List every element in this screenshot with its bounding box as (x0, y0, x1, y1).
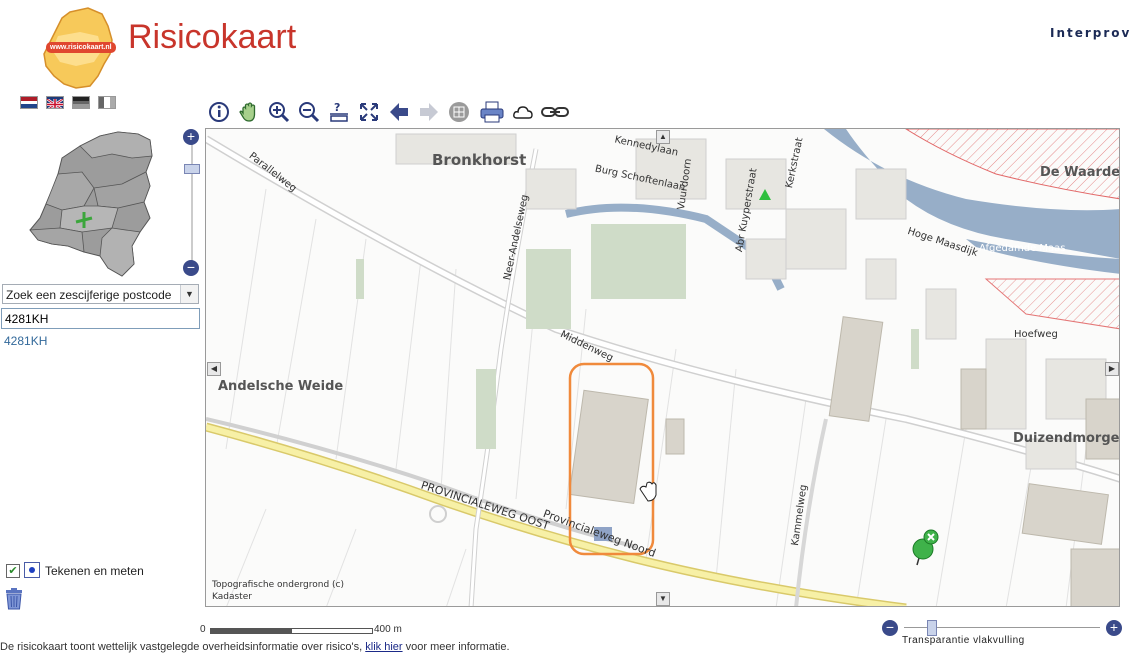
zoom-in-icon[interactable] (268, 101, 290, 123)
risicokaart-logo[interactable]: www.risicokaart.nl (40, 6, 120, 90)
footer-link[interactable]: klik hier (365, 641, 402, 653)
map-label-afgedamde-maas: Afgedamde Maas (979, 243, 1066, 254)
zoom-out-icon[interactable] (298, 101, 320, 123)
zoom-in-minimap-button[interactable]: + (183, 129, 199, 145)
zoom-out-minimap-button[interactable]: − (183, 260, 199, 276)
map-label-waarden: De Waarden (1040, 165, 1120, 180)
draw-tool-icon[interactable] (24, 562, 40, 578)
scale-start: 0 (200, 624, 206, 635)
back-icon[interactable] (388, 101, 410, 123)
fr-flag-icon[interactable] (98, 96, 116, 109)
transparency-label: Transparantie vlakvulling (902, 635, 1025, 646)
cloud-icon[interactable] (512, 101, 534, 123)
transparency-increase-button[interactable]: + (1106, 620, 1122, 636)
scale-end: 400 m (374, 624, 402, 635)
pan-hand-icon[interactable] (238, 101, 260, 123)
zoom-slider[interactable]: + − (182, 128, 202, 278)
search-type-select[interactable]: Zoek een zescijferige postcode ▼ (2, 284, 199, 304)
logo-url: www.risicokaart.nl (50, 44, 112, 51)
print-icon[interactable] (480, 101, 504, 123)
pan-right-button[interactable]: ▶ (1105, 362, 1119, 376)
draw-checkbox[interactable]: ✔ (6, 564, 20, 578)
trash-icon[interactable] (4, 588, 24, 610)
info-icon[interactable] (208, 101, 230, 123)
search-result-link[interactable]: 4281KH (4, 334, 47, 348)
pan-up-button[interactable]: ▲ (656, 130, 670, 144)
footer-text-before: De risicokaart toont wettelijk vastgeleg… (0, 641, 366, 653)
map-credit-line1: Topografische ondergrond (c) (212, 580, 345, 590)
map-label-andelsche-weide: Andelsche Weide (218, 379, 344, 394)
footer-text-after: voor meer informatie. (402, 641, 510, 653)
partner-name[interactable]: Interprovi (1050, 26, 1131, 40)
transparency-decrease-button[interactable]: − (882, 620, 898, 636)
nl-flag-icon[interactable] (20, 96, 38, 109)
map-graphics (206, 129, 1119, 606)
zoom-help-icon[interactable]: ? (328, 101, 350, 123)
layers-icon[interactable] (448, 101, 470, 123)
map-label-duizendmorgen: Duizendmorgen (1013, 431, 1120, 446)
zoom-slider-handle[interactable] (184, 164, 200, 174)
map-label-hoefweg: Hoefweg (1014, 329, 1058, 340)
pan-left-button[interactable]: ◀ (207, 362, 221, 376)
link-icon[interactable] (540, 101, 570, 123)
map-credit-line2: Kadaster (212, 592, 252, 602)
chevron-down-icon[interactable]: ▼ (180, 285, 198, 303)
map-label-bronkhorst: Bronkhorst (432, 151, 527, 169)
transparency-control: − + Transparantie vlakvulling (880, 618, 1125, 648)
map-canvas[interactable]: Bronkhorst Kennedylaan Burg Schoftenlaan… (205, 128, 1120, 607)
forward-icon[interactable] (418, 101, 440, 123)
search-type-label: Zoek een zescijferige postcode (6, 288, 172, 302)
pan-down-button[interactable]: ▼ (656, 592, 670, 606)
footer-text: De risicokaart toont wettelijk vastgeleg… (0, 641, 510, 653)
overview-minimap[interactable] (22, 128, 182, 278)
transparency-slider-handle[interactable] (927, 620, 938, 636)
uk-flag-icon[interactable] (46, 96, 64, 109)
full-extent-icon[interactable] (358, 101, 380, 123)
draw-label: Tekenen en meten (45, 564, 144, 578)
brand-title: Risicokaart (128, 18, 297, 56)
svg-text:?: ? (334, 101, 340, 114)
de-flag-icon[interactable] (72, 96, 90, 109)
postcode-input[interactable] (1, 308, 200, 329)
